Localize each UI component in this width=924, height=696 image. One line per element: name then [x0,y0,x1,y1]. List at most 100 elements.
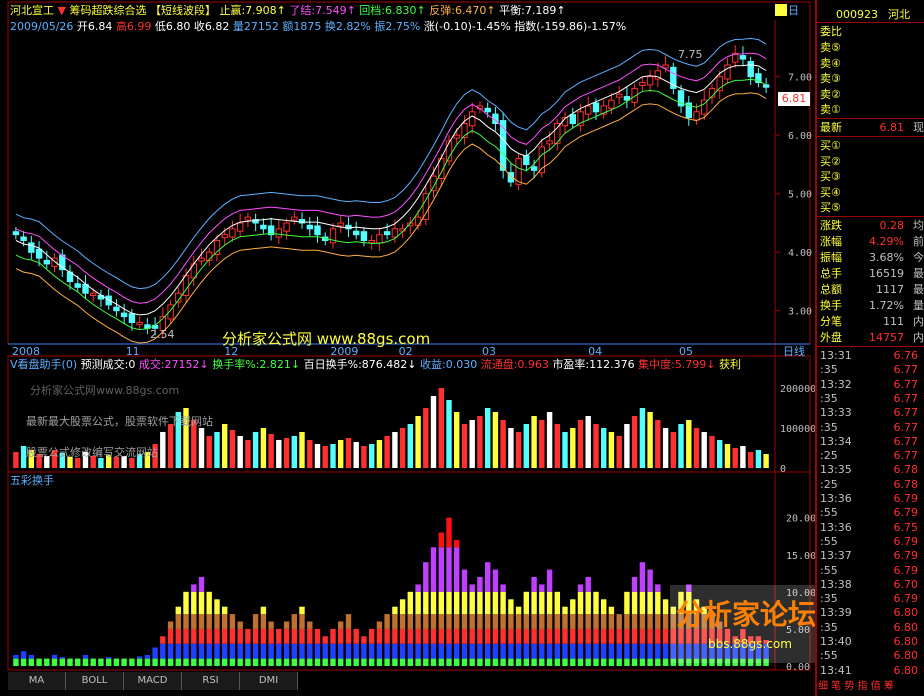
order-row-label: 买③ [820,170,841,183]
latest-row: 最新 6.81 现 [820,121,924,134]
trade-row: 13:38 6.70 [818,577,924,592]
turnover-bar [446,517,452,666]
turnover-bar [67,658,73,666]
stat-row: 涨幅 4.29% 前 [818,234,924,250]
watermark-line-1: 分析家公式网www.88gs.com [30,384,180,397]
turnover-bar [361,636,367,666]
turnover-bar [662,599,669,666]
turnover-rate: 换手率%:2.821↓ [212,358,301,371]
volume-bar [577,420,584,468]
order-row: 卖③ [818,71,924,87]
high-marker: 7.75 [678,48,703,61]
watermark-line-3: 股票公式修改编写交流网站 [26,446,158,459]
forum-logo: 分析家论坛 bbs.88gs.com [670,585,816,663]
date-label: 03 [481,345,496,358]
volume-bar [345,438,352,468]
volume-bar [430,396,437,468]
order-row-label: 卖④ [820,56,841,70]
order-row: 买② [818,154,924,170]
turnover-bar [206,591,212,666]
turnover-bar [515,606,522,666]
turnover-bar [500,584,506,666]
sidebar-footer[interactable]: 细 笔 势 指 值 筹 [818,680,894,693]
stat-tag: 最 [913,283,924,296]
candle [600,100,607,119]
volume-bar [639,408,646,468]
volume-bar [160,432,166,468]
stat-label: 分笔 [820,315,842,328]
candle [306,217,314,236]
volume-bar [392,432,398,468]
candle [28,235,35,260]
volume-bar [330,444,336,468]
period-button[interactable]: 日线 [783,345,805,358]
turnover-bar [392,606,398,666]
candle [345,217,352,238]
candle [523,149,530,172]
volume-bar [655,420,661,468]
order-row-label: 卖② [820,87,841,101]
trade-price: 6.80 [893,635,919,648]
trade-row: :55 6.79 [818,534,924,549]
tab-macd[interactable]: MACD [124,672,182,690]
trade-row: :55 6.79 [818,505,924,520]
turnover-bar [492,569,499,666]
trade-row: :35 6.79 [818,591,924,606]
change-value: 涨(-0.10)-1.45% [423,20,511,33]
trade-price: 6.80 [893,606,919,620]
stock-name[interactable]: 河北宣工 [10,4,54,17]
turnover-bar [508,599,514,666]
volume-bar [167,424,174,468]
low-marker: 2.54 [150,328,175,341]
trade-time: :25 [820,449,838,463]
order-row-label: 卖⑤ [820,41,841,54]
candle [685,95,692,126]
tab-boll[interactable]: BOLL [66,672,124,690]
volume-bar [276,440,282,468]
candle [499,112,507,179]
candle [360,227,368,247]
candle [260,218,267,234]
header-line-1: 河北宣工 ▼ 筹码超跌综合选 【短线波段】 止赢:7.908↑ 了结:7.549… [10,4,566,17]
turnover-bar [198,577,205,666]
turnover-bar [229,614,236,666]
header-line-2: 2009/05/26 开6.84 高6.99 低6.80 收6.82 量2715… [10,20,626,33]
daily-button[interactable]: 日 [788,4,799,17]
date-label: 12 [224,345,239,358]
amplitude-value: 振2.75% [374,20,421,33]
turnover-bar [82,654,89,666]
trade-price: 6.79 [893,492,919,505]
turnover-bar [252,614,259,666]
tab-rsi[interactable]: RSI [182,672,240,690]
trade-price: 6.80 [893,649,919,663]
order-row-label: 买① [820,139,841,152]
stat-value: 0.28 [879,219,905,232]
trade-time: :35 [820,363,838,377]
trade-row: :35 6.77 [818,391,924,406]
volume-bar [461,424,468,468]
candle [353,221,360,240]
volume-bar [717,440,723,468]
volume-bar [361,446,367,468]
stat-tag: 最 [913,267,924,280]
turnover-bar [20,651,27,666]
tab-ma[interactable]: MA [8,672,66,690]
turnover-bar [655,584,661,666]
volume-bar [245,440,251,468]
volume-bar [291,436,297,468]
volume-tick-label: 100000 [780,424,816,435]
scroll-up-icon[interactable] [775,4,787,16]
trade-price: 6.75 [893,520,919,534]
turnover-bar [36,658,42,666]
trade-time: 13:35 [820,463,852,477]
tab-dmi[interactable]: DMI [240,672,298,690]
float-shares: 流通盘:0.963 [480,358,549,371]
turnover-bar [129,658,135,666]
volume-bar [268,434,274,468]
turnover-bar [430,547,437,666]
candle [252,213,259,232]
turnover-bar [616,614,622,666]
turnover-bar [399,599,406,666]
trade-row: 13:31 6.76 [818,348,924,363]
volume-bar [214,432,220,468]
